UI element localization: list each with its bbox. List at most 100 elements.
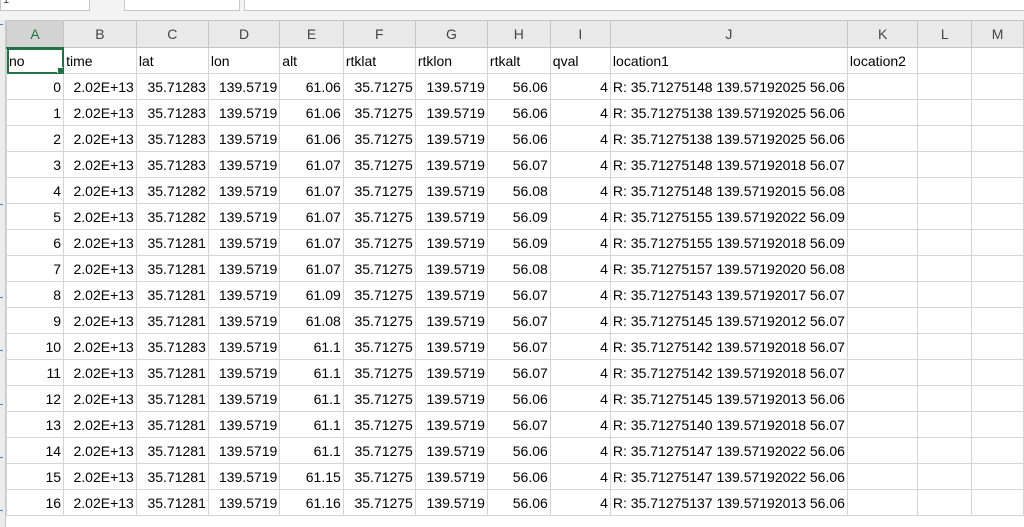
cell-rtklon[interactable]: 139.5719 — [414, 281, 488, 308]
cell-empty[interactable] — [846, 229, 919, 256]
cell-rtklat[interactable]: 35.71275 — [342, 437, 416, 464]
cell-lon[interactable]: 139.5719 — [207, 73, 281, 100]
cell-header-rtkalt[interactable]: rtkalt — [486, 47, 551, 74]
cell-rtklon[interactable]: 139.5719 — [414, 229, 488, 256]
cell-rtklat[interactable]: 35.71275 — [342, 463, 416, 490]
cell-qval[interactable]: 4 — [549, 177, 611, 204]
cell-empty[interactable] — [917, 463, 973, 490]
cell-empty[interactable] — [971, 47, 1024, 74]
column-header-l[interactable]: L — [917, 20, 973, 48]
cell-no[interactable]: 14 — [5, 437, 65, 464]
cell-empty[interactable] — [846, 281, 919, 308]
cell-lon[interactable]: 139.5719 — [207, 125, 281, 152]
cell-lat[interactable]: 35.71281 — [135, 229, 209, 256]
cell-qval[interactable]: 4 — [549, 489, 611, 516]
cell-empty[interactable] — [971, 359, 1024, 386]
cell-lat[interactable]: 35.71282 — [135, 203, 209, 230]
cell-no[interactable]: 1 — [5, 99, 65, 126]
cell-rtkalt[interactable]: 56.08 — [486, 255, 551, 282]
cell-rtkalt[interactable]: 56.09 — [486, 203, 551, 230]
cell-time[interactable]: 2.02E+13 — [63, 255, 137, 282]
cell-no[interactable]: 6 — [5, 229, 65, 256]
cell-no[interactable]: 2 — [5, 125, 65, 152]
cell-rtklon[interactable]: 139.5719 — [414, 203, 488, 230]
cell-rtkalt[interactable]: 56.06 — [486, 489, 551, 516]
cell-lat[interactable]: 35.71281 — [135, 255, 209, 282]
cell-qval[interactable]: 4 — [549, 255, 611, 282]
cell-empty[interactable] — [917, 125, 973, 152]
cell-empty[interactable] — [917, 99, 973, 126]
cell-alt[interactable]: 61.16 — [279, 489, 344, 516]
cell-time[interactable]: 2.02E+13 — [63, 385, 137, 412]
cell-rtkalt[interactable]: 56.07 — [486, 411, 551, 438]
cell-header-lon[interactable]: lon — [207, 47, 281, 74]
cell-location1[interactable]: R: 35.71275138 139.57192025 56.06 — [609, 125, 848, 152]
cell-rtklon[interactable]: 139.5719 — [414, 73, 488, 100]
cell-empty[interactable] — [917, 385, 973, 412]
cell-time[interactable]: 2.02E+13 — [63, 437, 137, 464]
cell-time[interactable]: 2.02E+13 — [63, 229, 137, 256]
cell-empty[interactable] — [917, 411, 973, 438]
cell-lon[interactable]: 139.5719 — [207, 385, 281, 412]
cell-qval[interactable]: 4 — [549, 385, 611, 412]
cell-rtkalt[interactable]: 56.06 — [486, 463, 551, 490]
cell-lat[interactable]: 35.71283 — [135, 151, 209, 178]
cell-empty[interactable] — [971, 255, 1024, 282]
cell-empty[interactable] — [971, 99, 1024, 126]
cell-lon[interactable]: 139.5719 — [207, 281, 281, 308]
cell-empty[interactable] — [846, 489, 919, 516]
cell-alt[interactable]: 61.07 — [279, 255, 344, 282]
cell-rtklon[interactable]: 139.5719 — [414, 177, 488, 204]
cell-location1[interactable]: R: 35.71275138 139.57192025 56.06 — [609, 99, 848, 126]
cell-qval[interactable]: 4 — [549, 151, 611, 178]
cell-empty[interactable] — [846, 203, 919, 230]
cell-qval[interactable]: 4 — [549, 73, 611, 100]
cell-rtklat[interactable]: 35.71275 — [342, 99, 416, 126]
cell-qval[interactable]: 4 — [549, 307, 611, 334]
cell-lon[interactable]: 139.5719 — [207, 151, 281, 178]
cell-location1[interactable]: R: 35.71275148 139.57192018 56.07 — [609, 151, 848, 178]
cell-empty[interactable] — [917, 73, 973, 100]
cell-rtklon[interactable]: 139.5719 — [414, 255, 488, 282]
cell-rtkalt[interactable]: 56.06 — [486, 73, 551, 100]
cell-rtkalt[interactable]: 56.06 — [486, 437, 551, 464]
cell-qval[interactable]: 4 — [549, 437, 611, 464]
cell-no[interactable]: 0 — [5, 73, 65, 100]
cell-rtkalt[interactable]: 56.07 — [486, 151, 551, 178]
cell-rtklon[interactable]: 139.5719 — [414, 99, 488, 126]
cell-alt[interactable]: 61.1 — [279, 385, 344, 412]
cell-no[interactable]: 7 — [5, 255, 65, 282]
cell-rtklon[interactable]: 139.5719 — [414, 489, 488, 516]
cell-alt[interactable]: 61.1 — [279, 359, 344, 386]
cell-rtklat[interactable]: 35.71275 — [342, 255, 416, 282]
column-header-m[interactable]: M — [971, 20, 1024, 48]
cell-empty[interactable] — [846, 463, 919, 490]
cell-rtklat[interactable]: 35.71275 — [342, 385, 416, 412]
cell-alt[interactable]: 61.1 — [279, 333, 344, 360]
cell-empty[interactable] — [971, 229, 1024, 256]
cell-location1[interactable]: R: 35.71275142 139.57192018 56.07 — [609, 359, 848, 386]
cell-no[interactable]: 8 — [5, 281, 65, 308]
cell-no[interactable]: 15 — [5, 463, 65, 490]
column-header-h[interactable]: H — [486, 20, 551, 48]
cell-rtklat[interactable]: 35.71275 — [342, 229, 416, 256]
formula-input[interactable] — [244, 0, 1024, 11]
cell-location1[interactable]: R: 35.71275148 139.57192025 56.06 — [609, 73, 848, 100]
cell-lon[interactable]: 139.5719 — [207, 333, 281, 360]
cell-qval[interactable]: 4 — [549, 125, 611, 152]
cell-header-qval[interactable]: qval — [549, 47, 611, 74]
cell-rtkalt[interactable]: 56.07 — [486, 333, 551, 360]
cell-alt[interactable]: 61.06 — [279, 73, 344, 100]
cell-alt[interactable]: 61.1 — [279, 437, 344, 464]
column-header-a[interactable]: A — [5, 20, 65, 49]
cell-rtklat[interactable]: 35.71275 — [342, 281, 416, 308]
cell-rtkalt[interactable]: 56.06 — [486, 125, 551, 152]
cell-lon[interactable]: 139.5719 — [207, 177, 281, 204]
cell-qval[interactable]: 4 — [549, 281, 611, 308]
cell-qval[interactable]: 4 — [549, 203, 611, 230]
cell-lon[interactable]: 139.5719 — [207, 489, 281, 516]
cell-qval[interactable]: 4 — [549, 463, 611, 490]
cell-header-rtklon[interactable]: rtklon — [414, 47, 488, 74]
column-header-b[interactable]: B — [63, 20, 137, 48]
cell-rtklat[interactable]: 35.71275 — [342, 125, 416, 152]
